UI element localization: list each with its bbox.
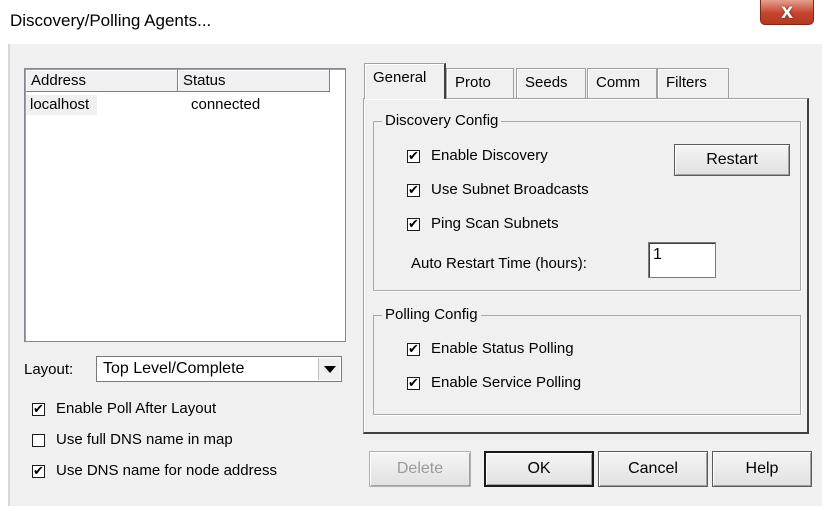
use-full-dns-label: Use full DNS name in map [56, 431, 233, 448]
layout-label: Layout: [24, 361, 74, 378]
ping-scan-subnets-checkbox[interactable]: ✔ [407, 218, 420, 231]
use-subnet-broadcasts-label: Use Subnet Broadcasts [431, 181, 589, 198]
enable-status-polling-label: Enable Status Polling [431, 340, 574, 357]
auto-restart-input[interactable]: 1 [648, 242, 716, 278]
enable-status-polling-checkbox[interactable]: ✔ [407, 343, 420, 356]
ping-scan-subnets-label: Ping Scan Subnets [431, 215, 559, 232]
column-header-address[interactable]: Address [26, 70, 178, 92]
discovery-config-title: Discovery Config [382, 112, 502, 129]
tab-comm-label: Comm [596, 74, 641, 91]
window-border [8, 44, 10, 506]
chevron-down-icon [323, 365, 336, 373]
enable-service-polling-label: Enable Service Polling [431, 374, 582, 391]
polling-config-group: Polling Config ✔ Enable Status Polling ✔… [373, 306, 801, 415]
tab-general[interactable]: General [364, 63, 446, 99]
close-icon: X [780, 2, 794, 22]
tab-filters[interactable]: Filters [657, 68, 729, 98]
agents-list[interactable]: Address Status localhost connected [24, 68, 346, 342]
tab-panel-general: Discovery Config ✔ Enable Discovery ✔ Us… [363, 98, 809, 434]
tab-seeds-label: Seeds [525, 74, 568, 91]
tab-filters-label: Filters [666, 74, 707, 91]
enable-poll-after-layout-checkbox[interactable]: ✔ [32, 403, 45, 416]
tab-general-label: General [373, 69, 427, 86]
auto-restart-label: Auto Restart Time (hours): [411, 255, 587, 272]
window-title: Discovery/Polling Agents... [10, 11, 212, 30]
tab-proto-label: Proto [455, 74, 491, 91]
column-header-status[interactable]: Status [178, 70, 330, 92]
title-bar: Discovery/Polling Agents... X [0, 0, 826, 44]
tab-seeds[interactable]: Seeds [516, 68, 586, 98]
close-button[interactable]: X [760, 0, 814, 25]
delete-button[interactable]: Delete [369, 451, 471, 487]
use-subnet-broadcasts-checkbox[interactable]: ✔ [407, 184, 420, 197]
tab-proto[interactable]: Proto [446, 68, 514, 98]
enable-discovery-label: Enable Discovery [431, 147, 548, 164]
use-dns-node-address-checkbox[interactable]: ✔ [32, 465, 45, 478]
agent-address: localhost [26, 95, 98, 115]
restart-button[interactable]: Restart [674, 144, 790, 176]
enable-service-polling-checkbox[interactable]: ✔ [407, 377, 420, 390]
discovery-config-group: Discovery Config ✔ Enable Discovery ✔ Us… [373, 112, 801, 291]
agent-status: connected [191, 96, 261, 113]
list-item[interactable]: localhost connected [26, 95, 344, 115]
enable-poll-after-layout-label: Enable Poll After Layout [56, 400, 217, 417]
list-header: Address Status [26, 70, 344, 94]
ok-button[interactable]: OK [484, 451, 594, 487]
layout-selected-value: Top Level/Complete [103, 360, 245, 377]
polling-config-title: Polling Config [382, 306, 481, 323]
tab-comm[interactable]: Comm [587, 68, 657, 98]
help-button[interactable]: Help [712, 451, 812, 487]
enable-discovery-checkbox[interactable]: ✔ [407, 150, 420, 163]
layout-dropdown-button[interactable] [318, 358, 340, 380]
cancel-button[interactable]: Cancel [598, 451, 708, 487]
use-full-dns-checkbox[interactable] [32, 434, 45, 447]
layout-select[interactable]: Top Level/Complete [96, 356, 342, 382]
use-dns-node-address-label: Use DNS name for node address [56, 462, 277, 479]
